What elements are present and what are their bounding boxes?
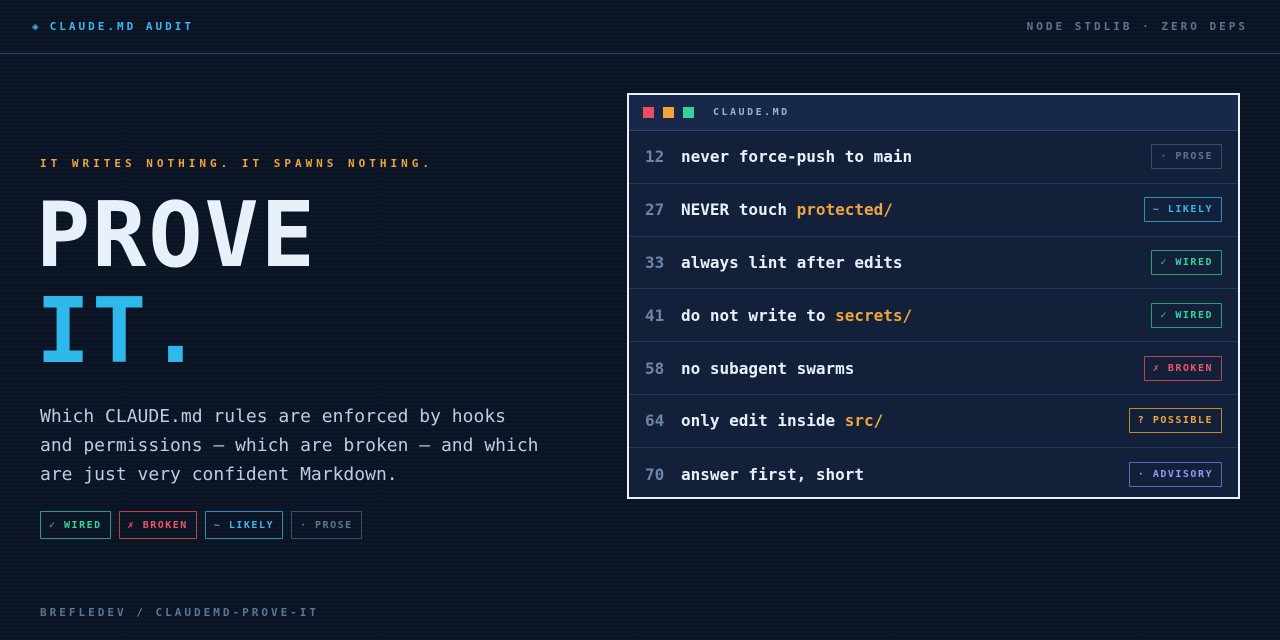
orange-dot-icon: [663, 107, 674, 118]
legend-wired: ✓ WIRED: [40, 511, 111, 539]
legend-likely: ~ LIKELY: [204, 511, 283, 539]
line-number: 41: [645, 305, 665, 325]
rule-text: no subagent swarms: [681, 358, 855, 378]
hero-line-1: PROVE: [36, 183, 317, 288]
brand-label: CLAUDE.MD AUDIT: [49, 20, 194, 33]
rule-row: 27 NEVER touch protected/ ~ LIKELY: [629, 184, 1238, 237]
line-number: 70: [645, 464, 665, 484]
rule-text: always lint after edits: [681, 252, 903, 272]
claude-md-panel: CLAUDE.MD 12 never force-push to main · …: [627, 93, 1240, 499]
status-badge: ? POSSIBLE: [1128, 408, 1222, 434]
repo-footer: BREFLEDEV / CLAUDEMD-PROVE-IT: [40, 606, 320, 619]
eyebrow: IT WRITES NOTHING. IT SPAWNS NOTHING.: [40, 157, 434, 170]
status-legend: ✓ WIRED ✗ BROKEN ~ LIKELY · PROSE: [40, 511, 362, 539]
brand: ◈ CLAUDE.MD AUDIT: [32, 20, 194, 33]
legend-broken: ✗ BROKEN: [118, 511, 197, 539]
rule-text: never force-push to main: [681, 147, 913, 167]
rule-row: 33 always lint after edits ✓ WIRED: [629, 237, 1238, 290]
status-badge: ✗ BROKEN: [1143, 355, 1222, 381]
line-number: 64: [645, 411, 665, 431]
line-number: 27: [645, 200, 665, 220]
status-badge: · ADVISORY: [1128, 461, 1222, 487]
rule-row: 12 never force-push to main · PROSE: [629, 131, 1238, 184]
rule-row: 64 only edit inside src/ ? POSSIBLE: [629, 395, 1238, 448]
line-number: 33: [645, 252, 665, 272]
tech-tag: NODE STDLIB · ZERO DEPS: [1026, 20, 1248, 33]
rule-text: do not write to secrets/: [681, 305, 913, 325]
diamond-icon: ◈: [32, 20, 42, 33]
legend-prose: · PROSE: [291, 511, 362, 539]
hero-title: PROVE IT.: [36, 188, 317, 380]
status-badge: ✓ WIRED: [1151, 302, 1222, 328]
panel-header: CLAUDE.MD: [629, 95, 1238, 131]
rule-row: 41 do not write to secrets/ ✓ WIRED: [629, 289, 1238, 343]
top-bar: ◈ CLAUDE.MD AUDIT NODE STDLIB · ZERO DEPS: [0, 0, 1280, 54]
status-badge: ✓ WIRED: [1151, 249, 1222, 275]
status-badge: · PROSE: [1151, 144, 1222, 170]
rule-text: NEVER touch protected/: [681, 200, 893, 220]
status-badge: ~ LIKELY: [1143, 197, 1222, 223]
rule-text: answer first, short: [681, 464, 865, 484]
red-dot-icon: [643, 107, 654, 118]
rule-list: 12 never force-push to main · PROSE 27 N…: [629, 131, 1238, 501]
panel-title: CLAUDE.MD: [713, 107, 790, 118]
rule-row: 58 no subagent swarms ✗ BROKEN: [629, 342, 1238, 395]
line-number: 58: [645, 358, 665, 378]
hero-line-2: IT.: [36, 279, 205, 384]
rule-text: only edit inside src/: [681, 411, 884, 431]
rule-row: 70 answer first, short · ADVISORY: [629, 448, 1238, 501]
green-dot-icon: [683, 107, 694, 118]
hero-description: Which CLAUDE.md rules are enforced by ho…: [40, 406, 539, 485]
line-number: 12: [645, 147, 665, 167]
